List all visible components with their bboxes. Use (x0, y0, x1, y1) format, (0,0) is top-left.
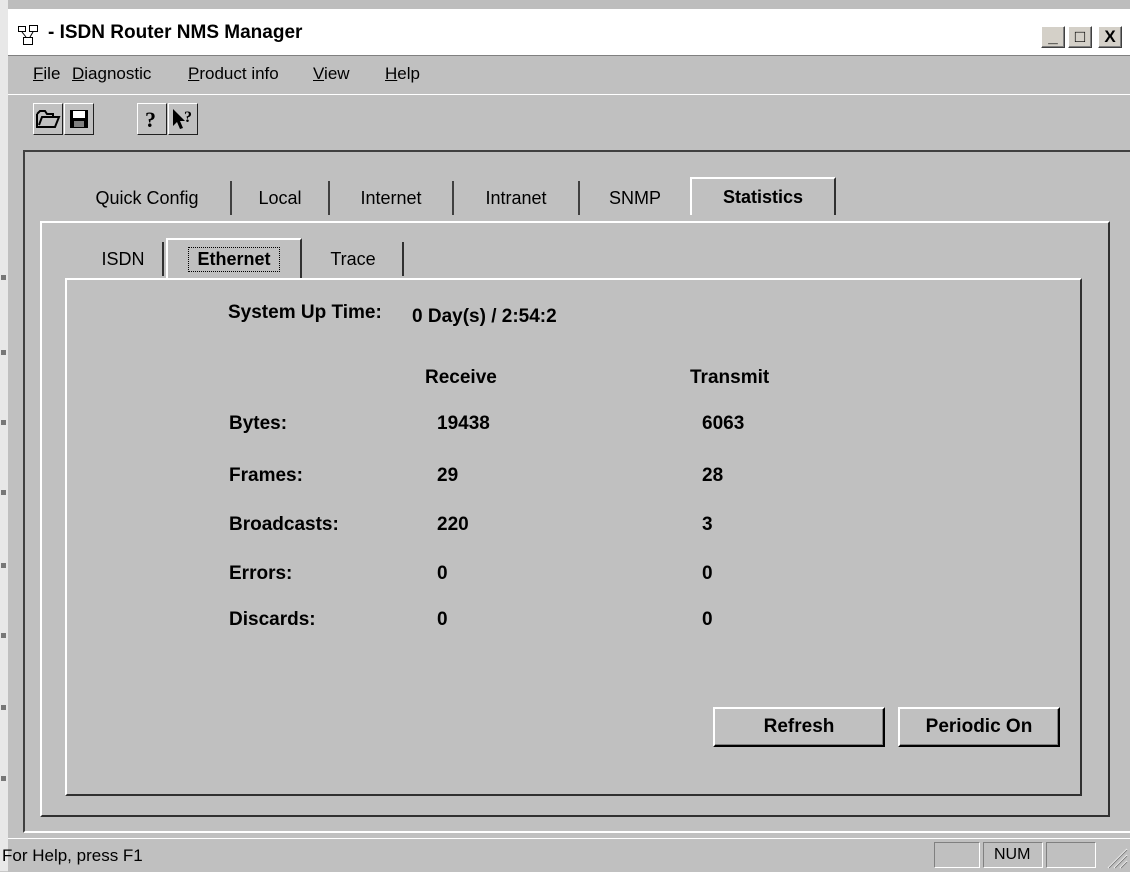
subtab-ethernet[interactable]: Ethernet (166, 238, 302, 278)
frames-label: Frames: (229, 465, 303, 486)
edge-mark (1, 275, 6, 280)
errors-transmit-value: 0 (702, 563, 713, 584)
transmit-header: Transmit (690, 367, 770, 388)
open-button[interactable] (33, 103, 63, 135)
broadcasts-transmit-value: 3 (702, 514, 713, 535)
tab-local[interactable]: Local (232, 181, 330, 215)
edge-mark (1, 420, 6, 425)
tab-intranet[interactable]: Intranet (454, 181, 580, 215)
maximize-button[interactable]: □ (1068, 26, 1092, 48)
tab-snmp[interactable]: SNMP (580, 181, 690, 215)
errors-receive-value: 0 (437, 563, 448, 584)
save-button[interactable] (64, 103, 94, 135)
background-window-edge (0, 0, 1130, 9)
bytes-label: Bytes: (229, 413, 288, 434)
status-indicator-num: NUM (983, 842, 1043, 868)
menu-help[interactable]: Help (385, 64, 420, 84)
menu-view[interactable]: View (313, 64, 350, 84)
tab-statistics[interactable]: Statistics (690, 177, 836, 215)
tab-quick-config[interactable]: Quick Config (64, 181, 232, 215)
errors-label: Errors: (229, 563, 293, 584)
frames-receive-value: 29 (437, 465, 459, 486)
status-indicator-caps (934, 842, 980, 868)
menu-bar (8, 58, 1130, 92)
status-help-text: For Help, press F1 (2, 846, 143, 865)
edge-mark (1, 490, 6, 495)
floppy-disk-icon (70, 110, 88, 128)
receive-header: Receive (425, 367, 497, 388)
subtab-isdn[interactable]: ISDN (84, 242, 164, 276)
refresh-button[interactable]: Refresh (713, 707, 885, 747)
minimize-button[interactable]: _ (1041, 26, 1065, 48)
context-help-icon: ? (173, 109, 192, 129)
help-icon: ? (145, 107, 156, 132)
frames-transmit-value: 28 (702, 465, 724, 486)
subtab-trace[interactable]: Trace (304, 242, 404, 276)
close-button[interactable]: X (1098, 26, 1122, 48)
resize-grip-icon[interactable] (1100, 842, 1128, 869)
uptime-value: 0 Day(s) / 2:54:2 (412, 306, 557, 327)
app-icon (18, 25, 38, 45)
discards-label: Discards: (229, 609, 316, 630)
svg-text:?: ? (145, 107, 156, 132)
background-window-strip (0, 0, 8, 871)
periodic-on-button[interactable]: Periodic On (898, 707, 1060, 747)
broadcasts-label: Broadcasts: (229, 514, 339, 535)
open-folder-icon (36, 110, 61, 128)
window-title: - ISDN Router NMS Manager (48, 22, 303, 43)
bytes-receive-value: 19438 (437, 413, 490, 434)
discards-transmit-value: 0 (702, 609, 713, 630)
menu-product-info[interactable]: Product info (188, 64, 279, 84)
discards-receive-value: 0 (437, 609, 448, 630)
svg-text:?: ? (184, 109, 192, 126)
about-button[interactable]: ? (137, 103, 167, 135)
edge-mark (1, 350, 6, 355)
bytes-transmit-value: 6063 (702, 413, 745, 434)
subtab-ethernet-label: Ethernet (188, 246, 280, 272)
menu-file[interactable]: File (33, 64, 60, 84)
edge-mark (1, 633, 6, 638)
tab-internet[interactable]: Internet (330, 181, 454, 215)
menu-diagnostic[interactable]: Diagnostic (72, 64, 151, 84)
edge-mark (1, 705, 6, 710)
uptime-label: System Up Time: (228, 302, 382, 323)
status-indicator-scroll (1046, 842, 1096, 868)
context-help-button[interactable]: ? (168, 103, 198, 135)
edge-mark (1, 776, 6, 781)
broadcasts-receive-value: 220 (437, 514, 469, 535)
edge-mark (1, 563, 6, 568)
